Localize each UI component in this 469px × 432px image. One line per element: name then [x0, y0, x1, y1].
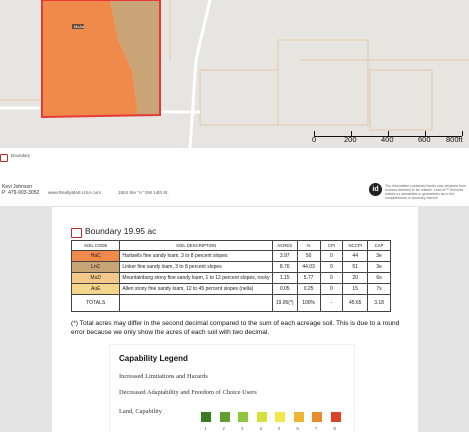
acres-cell: 1.15 [271, 272, 298, 284]
scale-label-400: 400 [381, 135, 394, 144]
soil-code-cell: LnC [70, 261, 121, 273]
soil-code-cell: HaC [70, 250, 121, 262]
totals-acres-cell: 19.95(*) [271, 294, 298, 312]
col-cpi: CPI [319, 240, 344, 251]
map-legend-strip: Boundary [0, 151, 469, 163]
document-title: Boundary 19.95 ac [71, 226, 156, 236]
percent-cell: 50 [296, 250, 321, 262]
capability-number-8: 8 [333, 426, 336, 431]
landid-logo-text: id [372, 186, 379, 193]
parcel-label: McAd [74, 24, 84, 29]
soil-desc-cell: Allen stony fine sandy loam, 12 to 45 pe… [119, 283, 273, 295]
acres-cell: 3.97 [271, 250, 298, 262]
col-acres: ACRES [271, 240, 298, 251]
capability-number-1: 1 [204, 426, 207, 431]
legend-title: Capability Legend [119, 354, 188, 363]
col-soil-description: SOIL DESCRIPTION [119, 240, 273, 251]
report-footer: Kevi Johnson P: 479-903-3052 www.RealtyM… [0, 176, 469, 206]
capability-legend: Capability Legend Increased Limitations … [110, 345, 354, 432]
capability-number-6: 6 [296, 426, 299, 431]
table-row: HaC Hartsells fine sandy loam, 3 to 8 pe… [70, 250, 391, 262]
totals-cpi-cell: - [319, 294, 344, 312]
table-row: LnC Linker fine sandy loam, 3 to 8 perce… [70, 261, 391, 273]
table-row: AuE Allen stony fine sandy loam, 12 to 4… [70, 283, 391, 295]
soil-code-cell: MuD [70, 272, 121, 284]
scale-label-0: 0 [312, 135, 317, 144]
website-link[interactable]: www.RealtyMart-USA.com [48, 190, 101, 195]
totals-desc-cell [119, 294, 273, 312]
boundary-legend-label: Boundary [11, 153, 31, 158]
agent-phone: P: 479-903-3052 [2, 190, 40, 196]
totals-nccpi-cell: 45.65 [342, 294, 369, 312]
capability-swatch-1 [201, 412, 211, 422]
agent-address: 1504 Ste "A" SW 14th St. [118, 190, 169, 195]
landid-logo: id [369, 183, 382, 196]
capability-number-2: 2 [222, 426, 225, 431]
rounding-note: (*) Total acres may differ in the second… [71, 320, 400, 336]
legend-line-limitations: Increased Limitations and Hazards [119, 373, 208, 380]
capability-number-4: 4 [259, 426, 262, 431]
cap-cell: 6s [367, 272, 391, 284]
acres-cell: 8.76 [271, 261, 298, 273]
legend-line-adaptability: Decreased Adaptability and Freedom of Ch… [119, 389, 257, 396]
legend-line-land-capability: Land, Capability [119, 408, 162, 415]
parcel-map[interactable]: McAd 0 200 400 600 800ft [0, 0, 469, 148]
col-soil-code: SOIL CODE [70, 240, 121, 251]
totals-percent-cell: 100% [296, 294, 321, 312]
scale-label-200: 200 [344, 135, 357, 144]
scale-label-600: 600 [418, 135, 431, 144]
map-canvas: McAd [0, 0, 469, 148]
capability-swatch-3 [238, 412, 248, 422]
capability-number-7: 7 [315, 426, 318, 431]
capability-number-3: 3 [241, 426, 244, 431]
cpi-cell: 0 [319, 283, 344, 295]
soil-code-cell: AuE [70, 283, 121, 295]
percent-cell: 0.25 [296, 283, 321, 295]
capability-swatch-6 [293, 412, 304, 422]
cap-cell: 7s [367, 283, 391, 295]
cpi-cell: 0 [319, 250, 344, 262]
nccpi-cell: 44 [342, 250, 369, 262]
nccpi-cell: 20 [342, 272, 369, 284]
capability-number-5: 5 [278, 426, 281, 431]
map-scalebar: 0 200 400 600 800ft [312, 131, 464, 145]
agent-info: Kevi Johnson P: 479-903-3052 [2, 184, 39, 196]
col-nccpi: NCCPI [342, 240, 369, 251]
soil-table: SOIL CODE SOIL DESCRIPTION ACRES % CPI N… [70, 240, 391, 312]
cap-cell: 3e [367, 261, 391, 273]
percent-cell: 44.03 [296, 261, 321, 273]
capability-swatch-7 [312, 412, 322, 422]
cap-cell: 3e [367, 250, 391, 262]
soil-table-header: SOIL CODE SOIL DESCRIPTION ACRES % CPI N… [70, 240, 391, 251]
col-cap: CAP [367, 240, 391, 251]
capability-swatch-8 [330, 412, 341, 422]
percent-cell: 5.77 [296, 272, 321, 284]
capability-swatch-2 [219, 412, 230, 422]
cpi-cell: 0 [319, 272, 344, 284]
capability-swatch-5 [275, 412, 285, 422]
boundary-icon [0, 154, 8, 162]
disclaimer-text: The information contained herein was obt… [385, 184, 466, 200]
totals-row: TOTALS 19.95(*) 100% - 45.65 3.18 [70, 294, 391, 312]
soil-desc-cell: Linker fine sandy loam, 3 to 8 percent s… [119, 261, 273, 273]
soil-desc-cell: Hartsells fine sandy loam, 3 to 8 percen… [119, 250, 273, 262]
cpi-cell: 0 [319, 261, 344, 273]
document-title-text: Boundary 19.95 ac [85, 226, 157, 236]
totals-cap-cell: 3.18 [367, 294, 391, 312]
capability-swatch-4 [256, 412, 267, 422]
acres-cell: 0.05 [271, 283, 298, 295]
soil-desc-cell: Mountainburg stony fine sandy loam, 1 to… [119, 272, 273, 284]
col-percent: % [296, 240, 321, 251]
scale-label-800ft: 800ft [446, 135, 463, 144]
table-row: MuD Mountainburg stony fine sandy loam, … [70, 272, 391, 284]
nccpi-cell: 51 [342, 261, 369, 273]
totals-label-cell: TOTALS [70, 294, 121, 312]
nccpi-cell: 15 [342, 283, 369, 295]
